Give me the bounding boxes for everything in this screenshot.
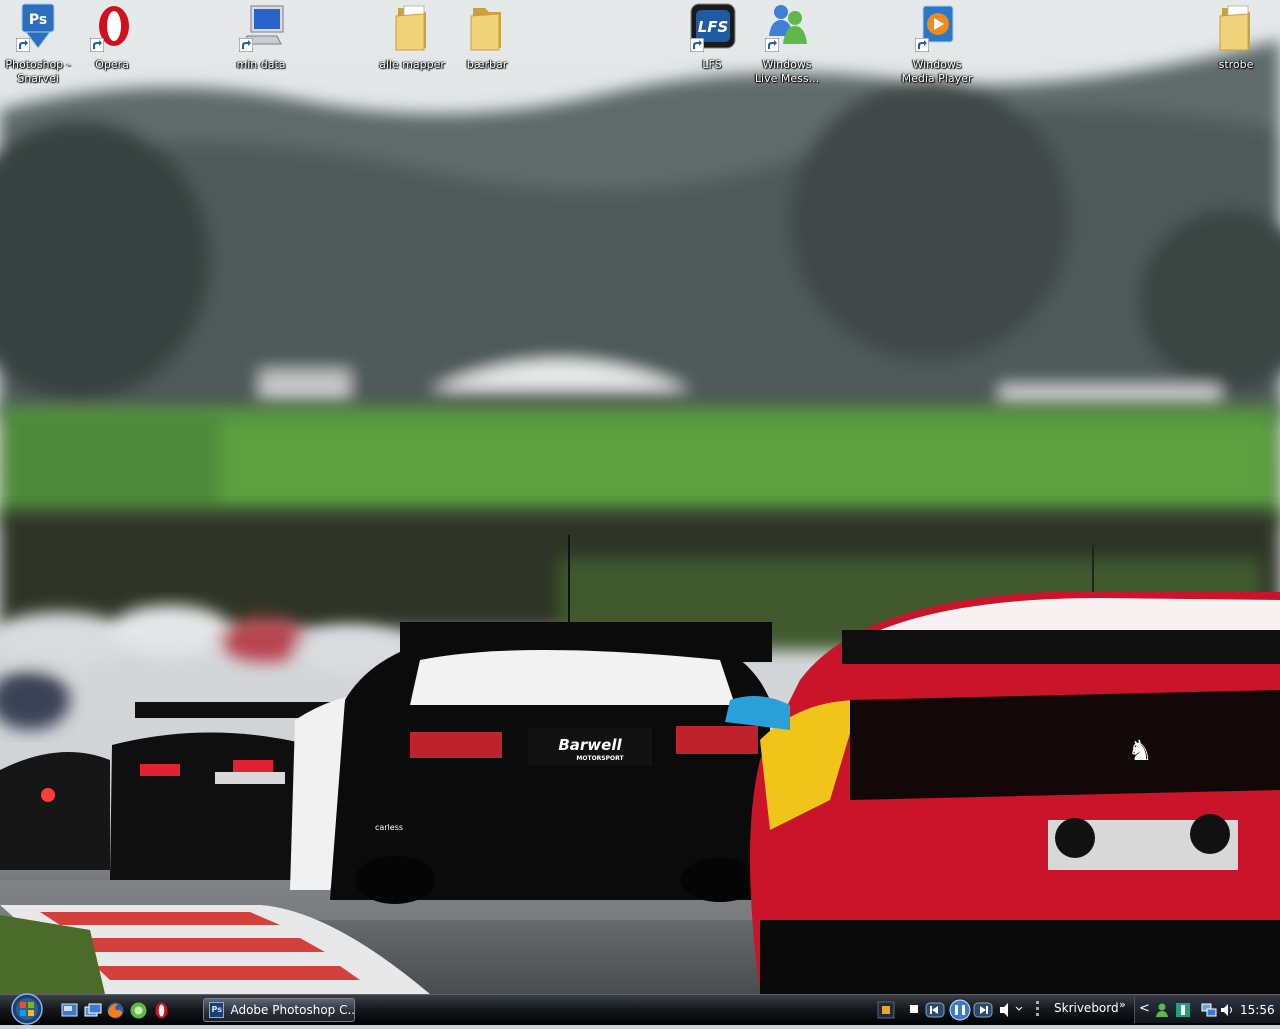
network-icon[interactable] [1201, 1002, 1217, 1018]
toolbar-chevron-icon[interactable]: » [1119, 998, 1126, 1011]
pause-icon[interactable] [949, 999, 971, 1021]
previous-icon[interactable] [925, 1002, 945, 1018]
windows-orb-icon [11, 993, 43, 1025]
desktop-icon-messenger[interactable]: Windows Live Mess... [749, 2, 825, 86]
quick-launch [60, 1001, 171, 1021]
desktop-icon-media-player[interactable]: Windows Media Player [899, 2, 975, 86]
taskbar-button-photoshop[interactable]: Ps Adobe Photoshop C... [203, 998, 355, 1022]
desktop-icon-alle-mapper[interactable]: alle mapper [374, 2, 450, 72]
desktop-icon-min-data[interactable]: min data [223, 2, 299, 72]
svg-text:LFS: LFS [698, 18, 729, 36]
desktop-icon-label: strobe [1218, 58, 1254, 71]
notification-area: < 15:56 [1134, 997, 1280, 1023]
firefox-icon[interactable] [106, 1001, 125, 1020]
switch-windows-icon[interactable] [83, 1001, 102, 1020]
desktop-icon-lfs[interactable]: LFS LFS [674, 2, 750, 72]
folder-icon [470, 8, 501, 51]
folder-icon [1219, 5, 1250, 51]
desktop-icon-label: alle mapper [379, 58, 445, 71]
stop-icon[interactable] [910, 1005, 918, 1013]
desktop-icon-photoshop[interactable]: Ps Photoshop - Snarvei [0, 2, 76, 86]
opera-icon[interactable] [152, 1001, 171, 1020]
volume-icon[interactable] [1000, 1003, 1023, 1017]
next-icon[interactable] [973, 1002, 993, 1018]
start-button[interactable] [8, 992, 46, 1026]
shortcut-arrow-icon [239, 38, 253, 52]
volume-icon[interactable] [1219, 1002, 1235, 1018]
messenger-status-icon[interactable] [1155, 1002, 1171, 1018]
photoshop-icon: Ps [209, 1002, 225, 1018]
desktop-icon-label: bærbar [466, 58, 508, 71]
media-player-toolbar [877, 999, 1039, 1021]
desktop-wallpaper: Barwell MOTORSPORT carless ♞ [0, 0, 1280, 994]
desktop-icon-label: Windows Live Mess... [754, 58, 820, 85]
taskbar-button-label: Adobe Photoshop C... [230, 1003, 354, 1017]
desktop-icon-baerbar[interactable]: bærbar [449, 2, 525, 72]
shortcut-arrow-icon [16, 38, 30, 52]
desktop-icon-label: Windows Media Player [901, 58, 973, 85]
wallpaper-decal: Barwell [558, 736, 622, 754]
clock[interactable]: 15:56 [1240, 1003, 1275, 1017]
desktop-icon-label: min data [236, 58, 286, 71]
desktop-icon-label: Photoshop - Snarvei [5, 58, 71, 85]
wallpaper-sticker: carless [375, 823, 403, 832]
shortcut-arrow-icon [90, 38, 104, 52]
app-tray-icon[interactable] [1175, 1002, 1191, 1018]
desktop-icon-opera[interactable]: Opera [74, 2, 150, 72]
tray-expand-icon[interactable]: < [1139, 1001, 1150, 1016]
taskbar: Ps Adobe Photoshop C... Skrivebord » < 1… [0, 992, 1280, 1026]
shortcut-arrow-icon [765, 38, 779, 52]
shortcut-arrow-icon [915, 38, 929, 52]
green-app-icon[interactable] [129, 1001, 148, 1020]
desktop-icon-label: Opera [95, 58, 129, 71]
desktop-icon-label: LFS [702, 58, 722, 71]
show-desktop-icon[interactable] [60, 1001, 79, 1020]
desktop-icon-strobe[interactable]: strobe [1198, 2, 1274, 72]
svg-text:Ps: Ps [29, 12, 47, 28]
svg-text:♞: ♞ [1127, 734, 1152, 767]
shortcut-arrow-icon [690, 38, 704, 52]
toolbar-resize-icon[interactable] [1036, 1001, 1039, 1016]
wallpaper-decal-sub: MOTORSPORT [576, 755, 624, 762]
desktop-toolbar-label[interactable]: Skrivebord [1054, 1001, 1119, 1015]
folder-icon [395, 5, 426, 51]
